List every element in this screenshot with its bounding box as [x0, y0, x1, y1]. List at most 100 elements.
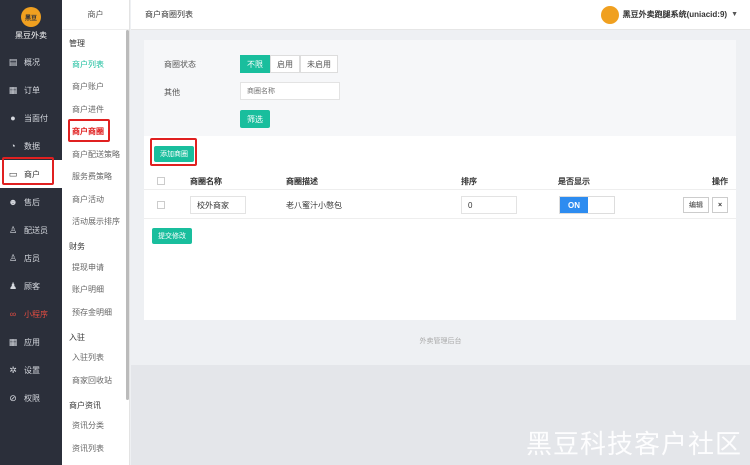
sub-item-activity-order[interactable]: 活动展示排序: [62, 211, 129, 234]
show-toggle[interactable]: ON: [559, 196, 615, 214]
nav-label: 设置: [24, 365, 40, 375]
sub-item-account-detail[interactable]: 账户明细: [62, 279, 129, 302]
chevron-down-icon: ▼: [731, 11, 738, 18]
table-row: 校外商家 老八蜜汁小憋包 0 ON 编辑 ×: [144, 191, 736, 219]
nav-item-settings[interactable]: ✲ 设置: [0, 356, 62, 384]
sub-sidebar: 商户 管理 商户列表 商户账户 商户进件 商户商圈 商户配送策略 服务费策略 商…: [62, 0, 130, 465]
col-desc: 商圈描述: [286, 177, 318, 186]
district-desc: 老八蜜汁小憋包: [286, 201, 342, 210]
col-name: 商圈名称: [190, 177, 222, 186]
permission-icon: ⊘: [9, 392, 17, 403]
status-label: 商圈状态: [164, 60, 196, 69]
settings-icon: ✲: [9, 364, 17, 375]
sub-group-title: 管理: [69, 39, 85, 48]
nav-label: 权限: [24, 393, 40, 403]
sub-item-recycle-bin[interactable]: 商家回收站: [62, 369, 129, 392]
delete-button[interactable]: ×: [712, 197, 728, 213]
brand-logo: 黑豆: [21, 7, 41, 27]
filter-button[interactable]: 筛选: [240, 110, 270, 128]
customer-icon: ♟: [8, 280, 18, 291]
sub-sidebar-title: 商户: [62, 0, 129, 30]
courier-icon: ♙: [8, 224, 18, 235]
highlight-box-add: [150, 138, 197, 166]
district-name-field[interactable]: 校外商家: [190, 196, 246, 214]
sub-item-merchant-onboard[interactable]: 商户进件: [62, 98, 129, 121]
page-title: 商户商圈列表: [145, 10, 193, 19]
sub-sidebar-scrollbar[interactable]: [126, 30, 129, 400]
nav-item-aftersale[interactable]: ☻ 售后: [0, 188, 62, 216]
watermark: 黑豆科技客户社区: [525, 430, 742, 460]
nav-label: 配送员: [24, 225, 48, 235]
sub-item-deposit-detail[interactable]: 预存金明细: [62, 301, 129, 324]
nav-item-permission[interactable]: ⊘ 权限: [0, 384, 62, 412]
toggle-on-label: ON: [560, 197, 588, 213]
sub-item-activity[interactable]: 商户活动: [62, 188, 129, 211]
sub-item-fee-strategy[interactable]: 服务费策略: [62, 166, 129, 189]
account-avatar: [600, 5, 619, 24]
col-show: 是否显示: [558, 177, 590, 186]
brand: 黑豆 黑豆外卖: [0, 0, 62, 48]
brand-name: 黑豆外卖: [15, 31, 47, 40]
sub-item-news-category[interactable]: 资讯分类: [62, 415, 129, 438]
account-menu[interactable]: 黑豆外卖跑腿系统(uniacid:9) ▼: [600, 5, 738, 24]
sub-group-title: 财务: [69, 242, 85, 251]
submit-changes-button[interactable]: 提交修改: [152, 228, 192, 244]
footer-text: 外卖管理后台: [419, 338, 462, 345]
clerk-icon: ♙: [8, 252, 18, 263]
edit-button[interactable]: 编辑: [683, 197, 709, 213]
sub-item-delivery-strategy[interactable]: 商户配送策略: [62, 143, 129, 166]
status-segment: 不限 启用 未启用: [240, 55, 338, 73]
account-name: 黑豆外卖跑腿系统(uniacid:9): [622, 10, 728, 19]
highlight-box-district: [68, 119, 110, 142]
nav-label: 概况: [24, 57, 40, 67]
sub-item-merchant-list[interactable]: 商户列表: [62, 53, 129, 76]
select-all-checkbox[interactable]: [157, 177, 165, 185]
pay-icon: ●: [10, 113, 16, 123]
sub-item-merchant-account[interactable]: 商户账户: [62, 76, 129, 99]
nav-item-miniapp[interactable]: ∞ 小程序: [0, 300, 62, 328]
miniapp-icon: ∞: [9, 309, 17, 319]
col-order: 排序: [461, 177, 477, 186]
sub-item-withdraw[interactable]: 提现申请: [62, 256, 129, 279]
nav-item-orders[interactable]: ▦ 订单: [0, 76, 62, 104]
col-actions: 操作: [712, 177, 728, 186]
nav-item-clerk[interactable]: ♙ 店员: [0, 244, 62, 272]
highlight-box-merchant: [2, 157, 54, 185]
sub-group-title: 商户资讯: [69, 400, 101, 410]
sub-item-onboard-list[interactable]: 入驻列表: [62, 347, 129, 370]
nav-label: 当面付: [24, 113, 48, 123]
sub-group-title: 入驻: [69, 332, 85, 342]
status-option-enabled[interactable]: 启用: [270, 55, 300, 73]
filter-panel: 商圈状态 不限 启用 未启用 其他 筛选: [144, 40, 736, 136]
nav-label: 应用: [24, 337, 40, 347]
nav-label: 数据: [24, 141, 40, 151]
row-checkbox[interactable]: [157, 201, 165, 209]
toggle-off-part: [588, 197, 614, 213]
nav-item-data[interactable]: ◔ 数据: [0, 132, 62, 160]
nav-item-facepay[interactable]: ● 当面付: [0, 104, 62, 132]
main-sidebar: 黑豆 黑豆外卖 ▤ 概况 ▦ 订单 ● 当面付 ◔ 数据 ▭ 商户 ☻ 售后 ♙ 配送员 ♙ 店…: [0, 0, 62, 465]
status-option-all[interactable]: 不限: [240, 55, 270, 73]
table-header: 商圈名称 商圈描述 排序 是否显示 操作: [144, 172, 736, 190]
nav-label: 售后: [24, 197, 40, 207]
status-option-disabled[interactable]: 未启用: [300, 55, 338, 73]
sub-item-news-list[interactable]: 资讯列表: [62, 437, 129, 460]
nav-item-customer[interactable]: ♟ 顾客: [0, 272, 62, 300]
nav-label: 顾客: [24, 281, 40, 291]
order-field[interactable]: 0: [461, 196, 517, 214]
nav-label: 订单: [24, 85, 40, 95]
topbar: 商户商圈列表 黑豆外卖跑腿系统(uniacid:9) ▼: [131, 0, 750, 30]
nav-item-overview[interactable]: ▤ 概况: [0, 48, 62, 76]
nav-label: 小程序: [24, 309, 48, 319]
service-icon: ☻: [8, 197, 18, 207]
apps-icon: ▦: [8, 336, 18, 347]
other-label: 其他: [164, 88, 180, 97]
content-card: 商圈状态 不限 启用 未启用 其他 筛选 添加商圈 商圈名称 商圈描述 排序 是…: [144, 40, 736, 320]
nav-item-courier[interactable]: ♙ 配送员: [0, 216, 62, 244]
data-icon: ◔: [10, 141, 16, 151]
dashboard-icon: ▤: [8, 56, 18, 67]
order-icon: ▦: [8, 84, 18, 95]
nav-item-apps[interactable]: ▦ 应用: [0, 328, 62, 356]
district-name-input[interactable]: [240, 82, 340, 100]
nav-label: 店员: [24, 253, 40, 263]
